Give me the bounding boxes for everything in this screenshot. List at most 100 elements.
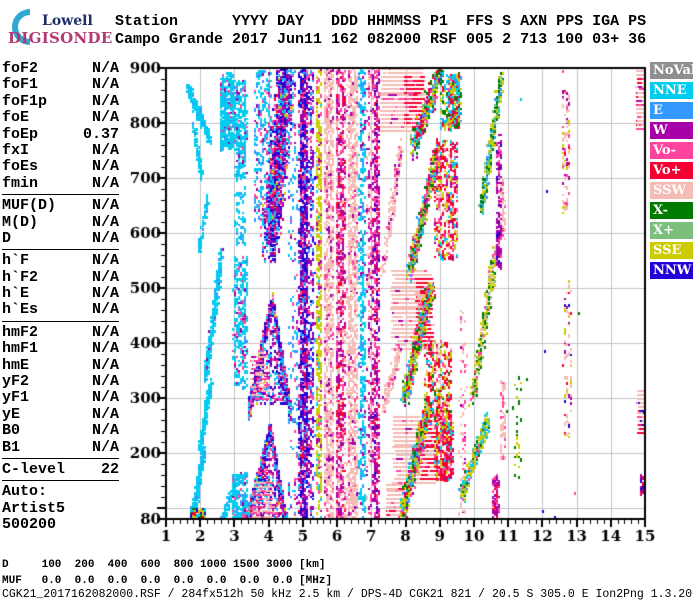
parameter-value: N/A: [91, 60, 119, 77]
legend-entry-w: W: [650, 122, 693, 139]
parameter-value: N/A: [91, 356, 119, 374]
parameter-value: N/A: [91, 389, 119, 407]
parameter-row: foEs N/A: [2, 159, 119, 175]
parameter-row: Artist5: [2, 499, 119, 517]
parameter-row: foEp 0.37: [2, 125, 119, 143]
parameter-row: foF1p N/A: [2, 92, 119, 110]
parameter-label: MUF(D): [2, 197, 57, 215]
parameter-label: Artist5: [2, 499, 66, 517]
legend-entry-noval: NoVal: [650, 62, 696, 79]
legend-entry-x+: X+: [650, 222, 693, 239]
parameter-label: foE: [2, 109, 30, 127]
parameter-row: D N/A: [2, 229, 119, 247]
parameter-row: hmF1 N/A: [2, 341, 119, 357]
parameter-group: foF2 N/A foF1 N/A foF1p N/A foE N/A foEp 0.37 fxI N…: [2, 60, 119, 196]
parameter-row: h`F N/A: [2, 253, 119, 269]
parameter-row: Auto:: [2, 484, 119, 500]
parameter-label: yE: [2, 405, 21, 423]
muf-row: MUF 0.0 0.0 0.0 0.0 0.0 0.0 0.0 0.0 [MHz…: [2, 575, 333, 587]
parameter-value: N/A: [91, 92, 119, 110]
parameter-label: foF1p: [2, 92, 48, 110]
legend-entry-x-: X-: [650, 202, 693, 219]
parameter-label: fxI: [2, 141, 30, 159]
parameter-row: yF1 N/A: [2, 390, 119, 406]
parameter-label: foF1: [2, 76, 39, 94]
legend-entry-e: E: [650, 102, 693, 119]
parameter-label: Auto:: [2, 483, 48, 501]
parameter-group: C-level 22: [2, 460, 119, 482]
logo-lowell-text: Lowell: [42, 13, 93, 29]
parameter-value: N/A: [91, 422, 119, 440]
legend-entry-nne: NNE: [650, 82, 693, 99]
parameter-value: 22: [100, 460, 119, 478]
parameter-row: hmF2 N/A: [2, 323, 119, 341]
parameter-row: B0 N/A: [2, 423, 119, 439]
parameter-row: C-level 22: [2, 460, 119, 478]
parameter-label: 500200: [2, 516, 57, 534]
parameter-row: hmE N/A: [2, 356, 119, 374]
parameter-row: h`E N/A: [2, 285, 119, 303]
parameter-row: B1 N/A: [2, 438, 119, 456]
echo-color-legend: NoVal NNE E W Vo- Vo+ SSW X- X+ SSE NNW: [650, 62, 696, 282]
parameter-label: M(D): [2, 213, 39, 231]
parameter-row: MUF(D) N/A: [2, 197, 119, 215]
parameter-value: N/A: [91, 285, 119, 303]
parameter-value: N/A: [91, 301, 119, 319]
legend-entry-nnw: NNW: [650, 262, 693, 279]
parameter-label: C-level: [2, 460, 66, 478]
parameter-row: foF2 N/A: [2, 60, 119, 77]
parameter-label: hmF1: [2, 340, 39, 358]
parameter-value: N/A: [91, 438, 119, 456]
parameter-group: hmF2 N/A hmF1 N/A hmE N/A yF2 N/A yF1 N/A yE N/A B0 N…: [2, 323, 119, 459]
parameter-row: foE N/A: [2, 109, 119, 127]
parameter-label: hmE: [2, 356, 30, 374]
digisonde-ionogram-app: Lowell DIGISONDE Station YYYY DAY DDD HH…: [0, 0, 700, 600]
parameter-row: h`F2 N/A: [2, 268, 119, 286]
parameter-row: fmin N/A: [2, 174, 119, 192]
parameter-label: foF2: [2, 60, 39, 77]
parameter-label: fmin: [2, 174, 39, 192]
parameter-label: B0: [2, 422, 21, 440]
parameter-group: h`F N/A h`F2 N/A h`E N/A h`Es N/A: [2, 253, 119, 322]
parameter-label: foEs: [2, 158, 39, 176]
parameter-value: N/A: [91, 252, 119, 270]
lowell-digisonde-logo: Lowell DIGISONDE: [3, 5, 115, 55]
parameter-value: N/A: [91, 268, 119, 286]
distance-row: D 100 200 400 600 800 1000 1500 3000 [km…: [2, 559, 326, 571]
parameter-row: foF1 N/A: [2, 77, 119, 93]
parameter-row: yE N/A: [2, 405, 119, 423]
parameter-value: N/A: [91, 197, 119, 215]
parameter-value: N/A: [91, 213, 119, 231]
legend-entry-vo-: Vo-: [650, 142, 693, 159]
parameter-row: M(D) N/A: [2, 213, 119, 231]
parameter-value: N/A: [91, 174, 119, 192]
parameter-label: yF2: [2, 373, 30, 391]
legend-entry-sse: SSE: [650, 242, 693, 259]
parameter-row: 500200: [2, 516, 119, 534]
parameter-value: N/A: [91, 141, 119, 159]
parameter-value: 0.37: [82, 125, 119, 143]
legend-entry-vo+: Vo+: [650, 162, 693, 179]
parameter-label: h`E: [2, 285, 30, 303]
parameter-label: B1: [2, 438, 21, 456]
parameter-label: hmF2: [2, 323, 39, 341]
parameter-label: h`F: [2, 252, 30, 270]
parameter-label: h`F2: [2, 268, 39, 286]
parameter-value: N/A: [91, 158, 119, 176]
header-field-names-row: Station YYYY DAY DDD HHMMSS P1 FFS S AXN…: [115, 13, 647, 30]
parameter-panel: foF2 N/A foF1 N/A foF1p N/A foE N/A foEp 0.37 fxI N…: [2, 60, 119, 539]
parameter-group: MUF(D) N/A M(D) N/A D N/A: [2, 197, 119, 251]
parameter-label: h`Es: [2, 301, 39, 319]
parameter-label: yF1: [2, 389, 30, 407]
parameter-value: N/A: [91, 109, 119, 127]
parameter-label: D: [2, 229, 12, 247]
parameter-value: N/A: [91, 76, 119, 94]
parameter-row: yF2 N/A: [2, 373, 119, 391]
parameter-value: N/A: [91, 229, 119, 247]
parameter-value: N/A: [91, 323, 119, 341]
legend-entry-ssw: SSW: [650, 182, 693, 199]
parameter-group: Auto: Artist5 500200: [2, 484, 119, 535]
parameter-label: foEp: [2, 125, 39, 143]
parameter-value: N/A: [91, 405, 119, 423]
parameter-row: fxI N/A: [2, 141, 119, 159]
